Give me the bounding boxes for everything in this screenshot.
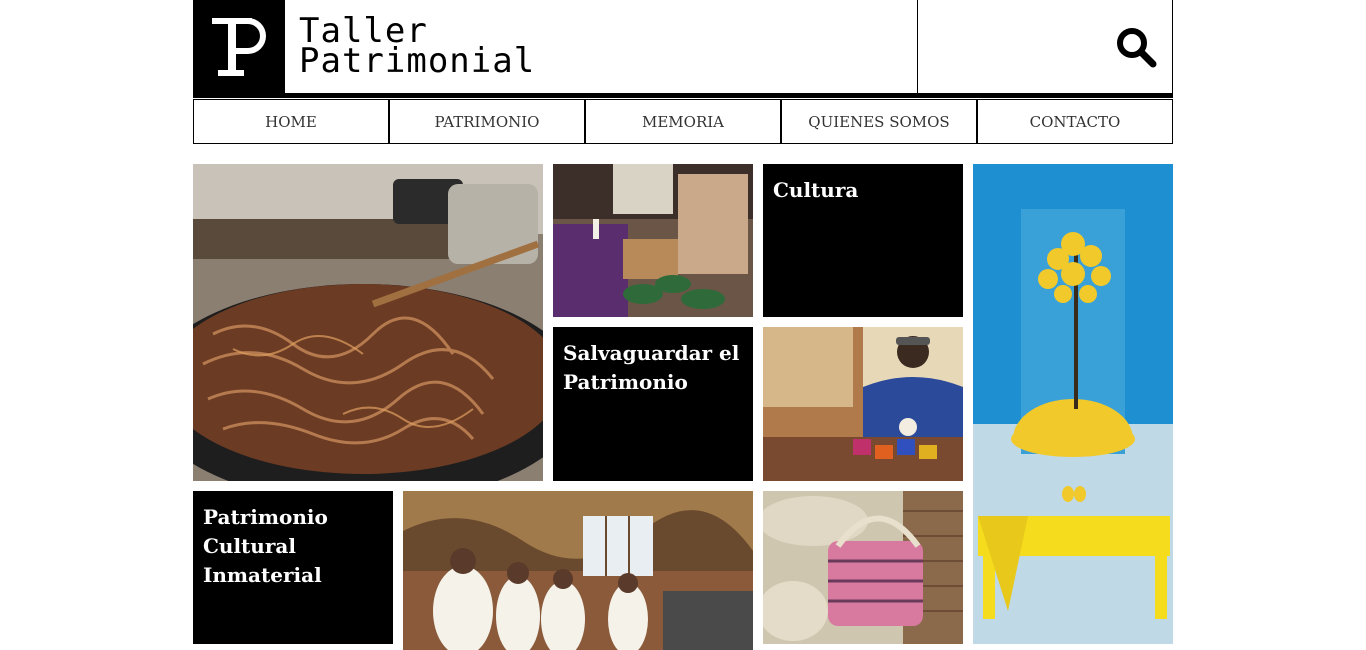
header-divider [193, 94, 1173, 98]
market-image [553, 164, 753, 317]
photo-market[interactable] [553, 164, 753, 317]
cooking-image [193, 164, 543, 481]
tile-cultura[interactable]: Cultura [763, 164, 963, 317]
nav-quienes-somos[interactable]: QUIENES SOMOS [781, 99, 977, 144]
artisan-image [763, 327, 963, 481]
search-icon[interactable] [1114, 25, 1158, 69]
brand-name[interactable]: Taller Patrimonial [285, 0, 918, 93]
nav-patrimonio[interactable]: PATRIMONIO [389, 99, 585, 144]
photo-cooking[interactable] [193, 164, 543, 481]
photo-baskets[interactable] [763, 491, 963, 644]
tree-art-image [973, 164, 1173, 644]
tile-salvaguardar-label: Salvaguardar el Patrimonio [563, 341, 740, 394]
tile-inmaterial[interactable]: Patrimonio Cultural Inmaterial [193, 491, 393, 644]
brand-line-2: Patrimonial [299, 41, 536, 81]
nav-home[interactable]: HOME [193, 99, 389, 144]
nav-contacto[interactable]: CONTACTO [977, 99, 1173, 144]
dancers-image [403, 491, 753, 650]
baskets-image [763, 491, 963, 644]
search-area [918, 0, 1172, 93]
tile-salvaguardar[interactable]: Salvaguardar el Patrimonio [553, 327, 753, 481]
photo-tree-art[interactable] [973, 164, 1173, 644]
photo-dancers[interactable] [403, 491, 753, 650]
main-nav: HOME PATRIMONIO MEMORIA QUIENES SOMOS CO… [193, 99, 1173, 144]
logo-icon[interactable] [194, 0, 285, 93]
nav-memoria[interactable]: MEMORIA [585, 99, 781, 144]
site-header: Taller Patrimonial [193, 0, 1173, 94]
tile-inmaterial-label: Patrimonio Cultural Inmaterial [203, 505, 328, 587]
logo-p-icon [211, 17, 266, 76]
tile-cultura-label: Cultura [773, 178, 859, 202]
photo-artisan[interactable] [763, 327, 963, 481]
